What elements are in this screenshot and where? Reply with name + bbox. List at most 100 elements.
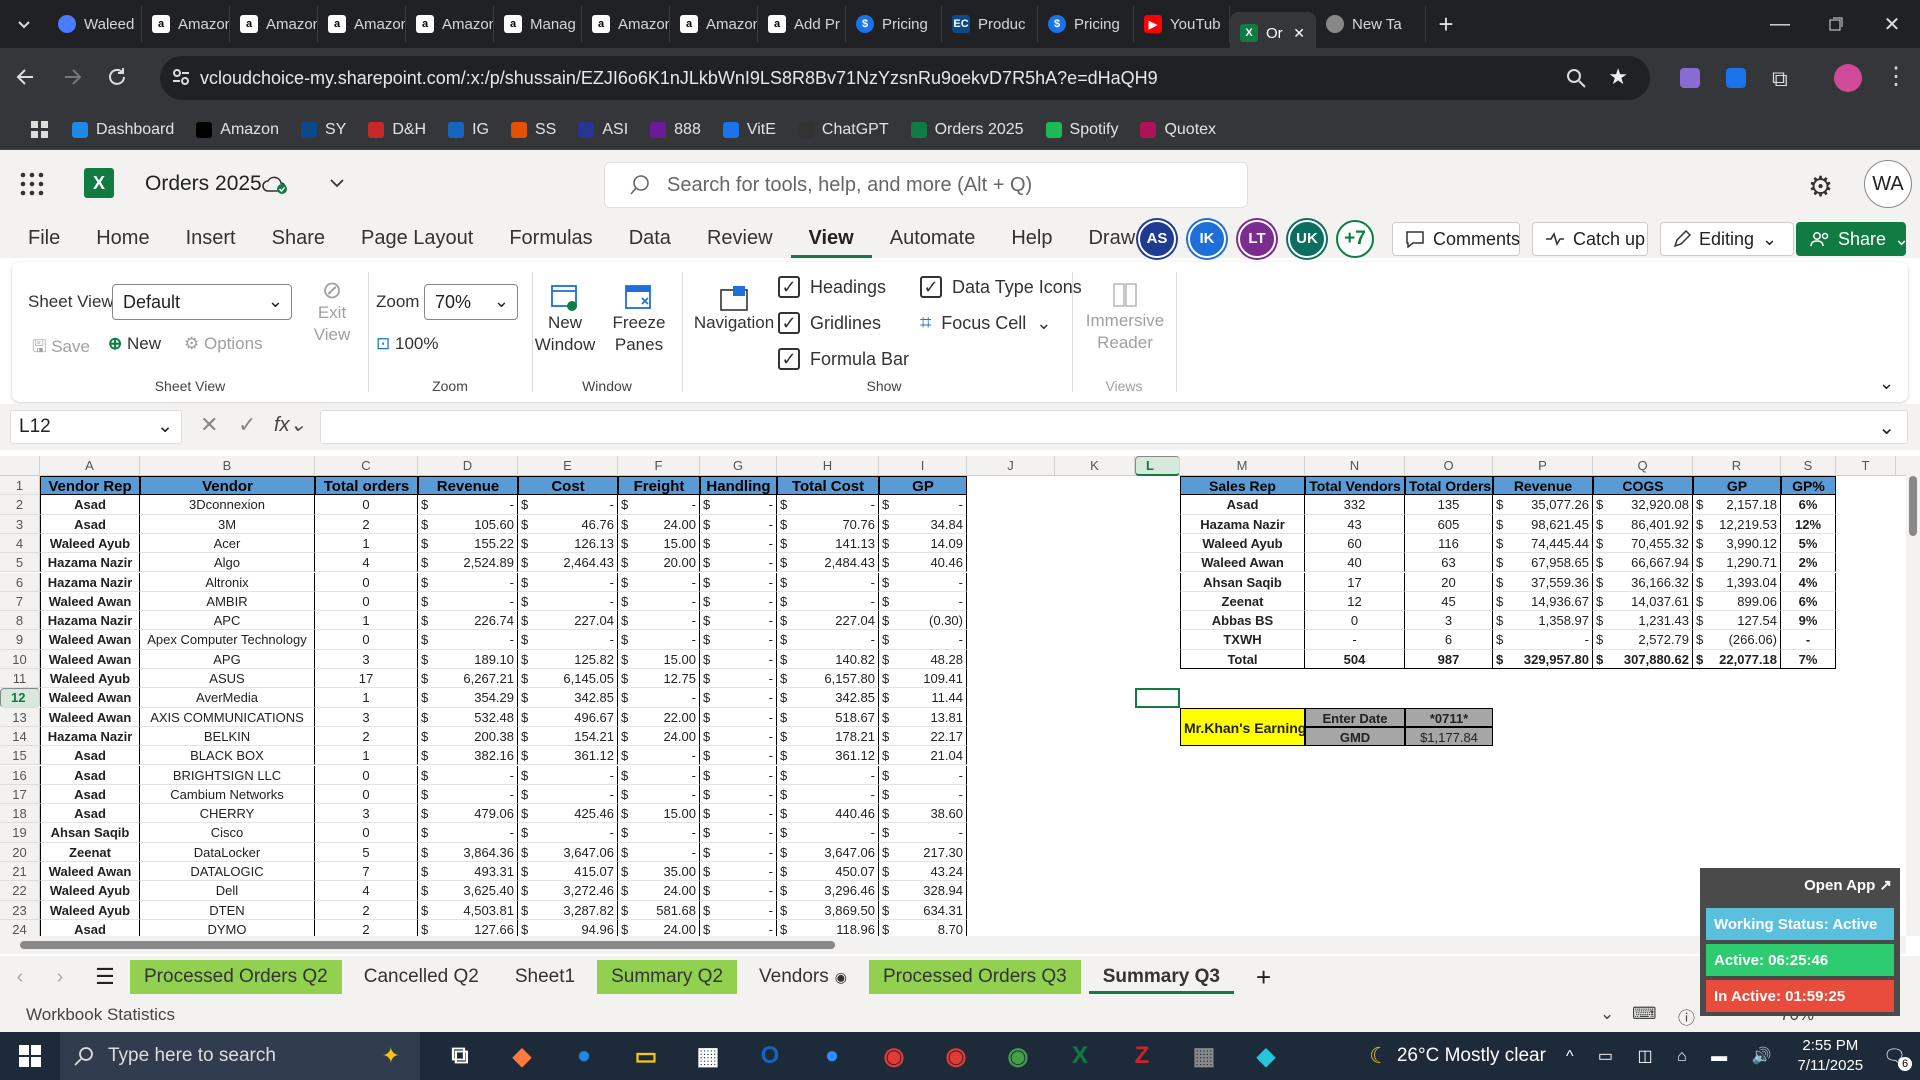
- summary-count-cell[interactable]: 60: [1305, 533, 1405, 554]
- currency-cell[interactable]: $155.22: [418, 533, 518, 554]
- column-title-cell[interactable]: Handling: [700, 476, 777, 496]
- currency-cell[interactable]: $154.21: [518, 726, 618, 747]
- total-orders-cell[interactable]: 3: [315, 707, 418, 727]
- summary-rep-cell[interactable]: Zeenat: [1180, 591, 1305, 612]
- vendor-cell[interactable]: BRIGHTSIGN LLC: [140, 765, 315, 785]
- currency-cell[interactable]: $3,990.12: [1693, 533, 1781, 554]
- new-window-button[interactable]: New Window: [534, 284, 596, 356]
- ribbon-tab-page-layout[interactable]: Page Layout: [343, 218, 491, 258]
- column-header[interactable]: R: [1693, 456, 1781, 476]
- row-header[interactable]: 6: [0, 572, 40, 592]
- vendor-rep-cell[interactable]: Hazama Nazir: [40, 726, 140, 747]
- currency-cell[interactable]: $ -: [777, 765, 879, 785]
- forward-icon[interactable]: [62, 66, 84, 88]
- total-orders-cell[interactable]: 0: [315, 823, 418, 843]
- currency-cell[interactable]: $361.12: [777, 746, 879, 766]
- store-icon[interactable]: ▦: [688, 1042, 728, 1071]
- insert-function-icon[interactable]: fx⌄: [274, 412, 306, 437]
- profile-avatar[interactable]: [1834, 64, 1862, 92]
- exit-view-button[interactable]: ⊘ Exit View: [302, 279, 362, 346]
- currency-cell[interactable]: $48.28: [879, 649, 967, 669]
- column-title-cell[interactable]: Vendor Rep: [40, 476, 140, 496]
- currency-cell[interactable]: $ -: [418, 765, 518, 785]
- bookmark-item[interactable]: IG: [448, 121, 489, 139]
- row-header[interactable]: 4: [0, 533, 40, 554]
- calculator-icon[interactable]: ▦: [1184, 1042, 1224, 1071]
- summary-count-cell[interactable]: 332: [1305, 495, 1405, 515]
- extension-icon-1[interactable]: [1680, 68, 1700, 88]
- search-box[interactable]: Search for tools, help, and more (Alt + …: [604, 162, 1248, 208]
- browser-tab[interactable]: Waleed: [48, 6, 142, 42]
- currency-cell[interactable]: $1,231.43: [1593, 611, 1693, 631]
- navigation-button[interactable]: Navigation: [684, 284, 784, 334]
- currency-cell[interactable]: $479.06: [418, 804, 518, 824]
- column-title-cell[interactable]: Total Cost: [777, 476, 879, 496]
- browser-tab[interactable]: EC Produc: [942, 6, 1038, 42]
- sheet-tab[interactable]: Vendors ◉: [745, 960, 861, 994]
- apps-grid-icon[interactable]: [30, 120, 50, 140]
- collaborator-avatar[interactable]: LT: [1238, 220, 1276, 258]
- currency-cell[interactable]: $ -: [700, 804, 777, 824]
- currency-cell[interactable]: $15.00: [618, 804, 700, 824]
- vendor-cell[interactable]: ASUS: [140, 669, 315, 689]
- save-view-button[interactable]: 🖫 Save: [32, 334, 90, 363]
- currency-cell[interactable]: $141.13: [777, 533, 879, 554]
- all-sheets-menu-icon[interactable]: ☰: [80, 964, 130, 990]
- currency-cell[interactable]: $1,393.04: [1693, 572, 1781, 592]
- currency-cell[interactable]: $ -: [700, 823, 777, 843]
- selected-cell-L12[interactable]: [1135, 688, 1180, 708]
- share-button[interactable]: Share ⌄: [1796, 222, 1909, 256]
- currency-cell[interactable]: $ -: [879, 823, 967, 843]
- currency-cell[interactable]: $24.00: [618, 514, 700, 534]
- currency-cell[interactable]: $14,936.67: [1493, 591, 1593, 612]
- summary-count-cell[interactable]: 135: [1405, 495, 1493, 515]
- currency-cell[interactable]: $109.41: [879, 669, 967, 689]
- currency-cell[interactable]: $ -: [700, 630, 777, 650]
- currency-cell[interactable]: $140.82: [777, 649, 879, 669]
- immersive-reader-button[interactable]: Immersive Reader: [1080, 280, 1170, 354]
- next-sheet-icon[interactable]: ›: [40, 966, 80, 989]
- summary-count-cell[interactable]: 40: [1305, 553, 1405, 573]
- total-orders-cell[interactable]: 2: [315, 726, 418, 747]
- currency-cell[interactable]: $227.04: [518, 611, 618, 631]
- currency-cell[interactable]: $40.46: [879, 553, 967, 573]
- row-header[interactable]: 23: [0, 900, 40, 920]
- vendor-rep-cell[interactable]: Waleed Ayub: [40, 533, 140, 554]
- vendor-rep-cell[interactable]: Waleed Awan: [40, 630, 140, 650]
- prev-sheet-icon[interactable]: ‹: [0, 966, 40, 989]
- vendor-rep-cell[interactable]: Zeenat: [40, 842, 140, 862]
- bookmark-item[interactable]: Quotex: [1140, 121, 1216, 139]
- options-button[interactable]: ⚙ Options: [184, 334, 263, 354]
- column-header[interactable]: M: [1180, 456, 1305, 476]
- vendor-rep-cell[interactable]: Hazama Nazir: [40, 553, 140, 573]
- browser-tab[interactable]: a Manag: [494, 6, 582, 42]
- row-header[interactable]: 19: [0, 823, 40, 843]
- currency-cell[interactable]: $24.00: [618, 919, 700, 936]
- chrome-icon[interactable]: ◉: [874, 1042, 914, 1071]
- ribbon-tab-help[interactable]: Help: [993, 218, 1070, 258]
- confirm-formula-icon[interactable]: ✓: [238, 412, 256, 438]
- summary-count-cell[interactable]: 43: [1305, 514, 1405, 534]
- summary-title-cell[interactable]: COGS: [1593, 476, 1693, 496]
- summary-rep-cell[interactable]: Asad: [1180, 495, 1305, 515]
- ribbon-tab-view[interactable]: View: [790, 218, 872, 258]
- column-title-cell[interactable]: Total orders: [315, 476, 418, 496]
- vendor-rep-cell[interactable]: Ahsan Saqib: [40, 823, 140, 843]
- currency-cell[interactable]: $ -: [418, 630, 518, 650]
- ribbon-tab-formulas[interactable]: Formulas: [491, 218, 610, 258]
- currency-cell[interactable]: $3,287.82: [518, 900, 618, 920]
- freeze-panes-button[interactable]: Freeze Panes: [604, 284, 674, 356]
- currency-cell[interactable]: $382.16: [418, 746, 518, 766]
- column-header[interactable]: F: [618, 456, 700, 476]
- summary-gp-pct-cell[interactable]: 4%: [1781, 572, 1836, 592]
- row-header[interactable]: 5: [0, 553, 40, 573]
- earning-date-label[interactable]: Enter Date: [1305, 707, 1405, 727]
- zoom-icon[interactable]: [1566, 68, 1586, 88]
- reload-icon[interactable]: [106, 66, 128, 88]
- currency-cell[interactable]: $ -: [700, 611, 777, 631]
- currency-cell[interactable]: $ (266.06): [1693, 630, 1781, 650]
- summary-title-cell[interactable]: Sales Rep: [1180, 476, 1305, 496]
- currency-cell[interactable]: $ -: [518, 495, 618, 515]
- column-title-cell[interactable]: Revenue: [418, 476, 518, 496]
- currency-cell[interactable]: $ -: [700, 842, 777, 862]
